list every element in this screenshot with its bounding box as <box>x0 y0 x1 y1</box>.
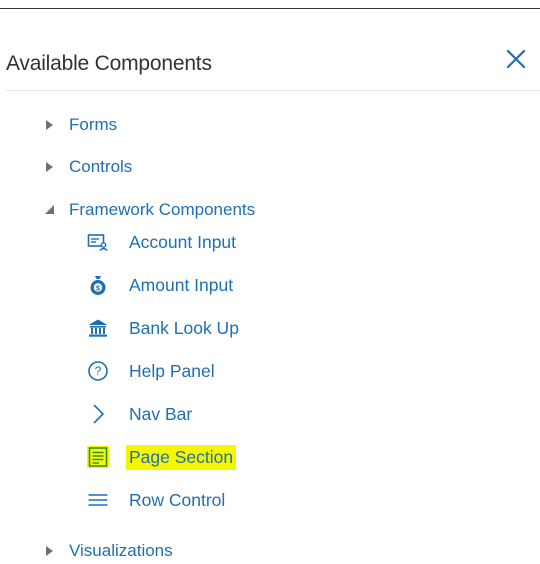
tree-group-label: Visualizations <box>69 541 173 560</box>
tree-group-label: Framework Components <box>69 200 256 219</box>
component-help-panel[interactable]: ? Help Panel <box>87 355 218 387</box>
component-label: Page Section <box>126 444 237 470</box>
help-circle-icon: ? <box>87 360 109 382</box>
component-label: Bank Look Up <box>129 317 239 338</box>
chevron-right-icon <box>87 403 109 425</box>
close-button[interactable] <box>502 45 530 73</box>
component-nav-bar[interactable]: Nav Bar <box>87 398 195 430</box>
tree-group-framework-components[interactable]: Framework Components <box>44 197 255 223</box>
caret-right-icon <box>44 118 58 132</box>
component-amount-input[interactable]: $ Amount Input <box>87 269 236 301</box>
component-row-control[interactable]: Row Control <box>87 484 228 516</box>
account-input-icon <box>87 231 109 253</box>
svg-text:?: ? <box>95 364 102 378</box>
tree-group-label: Controls <box>69 157 133 176</box>
component-bank-look-up[interactable]: Bank Look Up <box>87 312 242 344</box>
close-icon <box>506 49 526 69</box>
svg-text:$: $ <box>96 286 100 293</box>
component-label: Nav Bar <box>129 403 193 424</box>
caret-down-icon <box>44 203 58 217</box>
tree-group-controls[interactable]: Controls <box>44 154 132 180</box>
caret-right-icon <box>44 544 58 558</box>
component-label: Account Input <box>129 231 237 252</box>
page-section-icon <box>87 446 109 468</box>
tree-group-label: Forms <box>69 115 118 134</box>
panel-title: Available Components <box>6 52 212 75</box>
bank-icon <box>87 317 109 339</box>
caret-right-icon <box>44 160 58 174</box>
rows-icon <box>87 489 109 511</box>
panel-header: Available Components <box>0 40 540 90</box>
component-label: Amount Input <box>129 274 234 295</box>
tree-group-forms[interactable]: Forms <box>44 112 117 138</box>
component-account-input[interactable]: Account Input <box>87 226 239 258</box>
component-label: Help Panel <box>129 360 215 381</box>
tree-group-visualizations[interactable]: Visualizations <box>44 538 173 564</box>
top-rule <box>0 8 540 9</box>
money-bag-icon: $ <box>87 274 109 296</box>
header-divider <box>6 90 540 91</box>
component-label: Row Control <box>129 489 226 510</box>
component-page-section[interactable]: Page Section <box>87 441 237 473</box>
